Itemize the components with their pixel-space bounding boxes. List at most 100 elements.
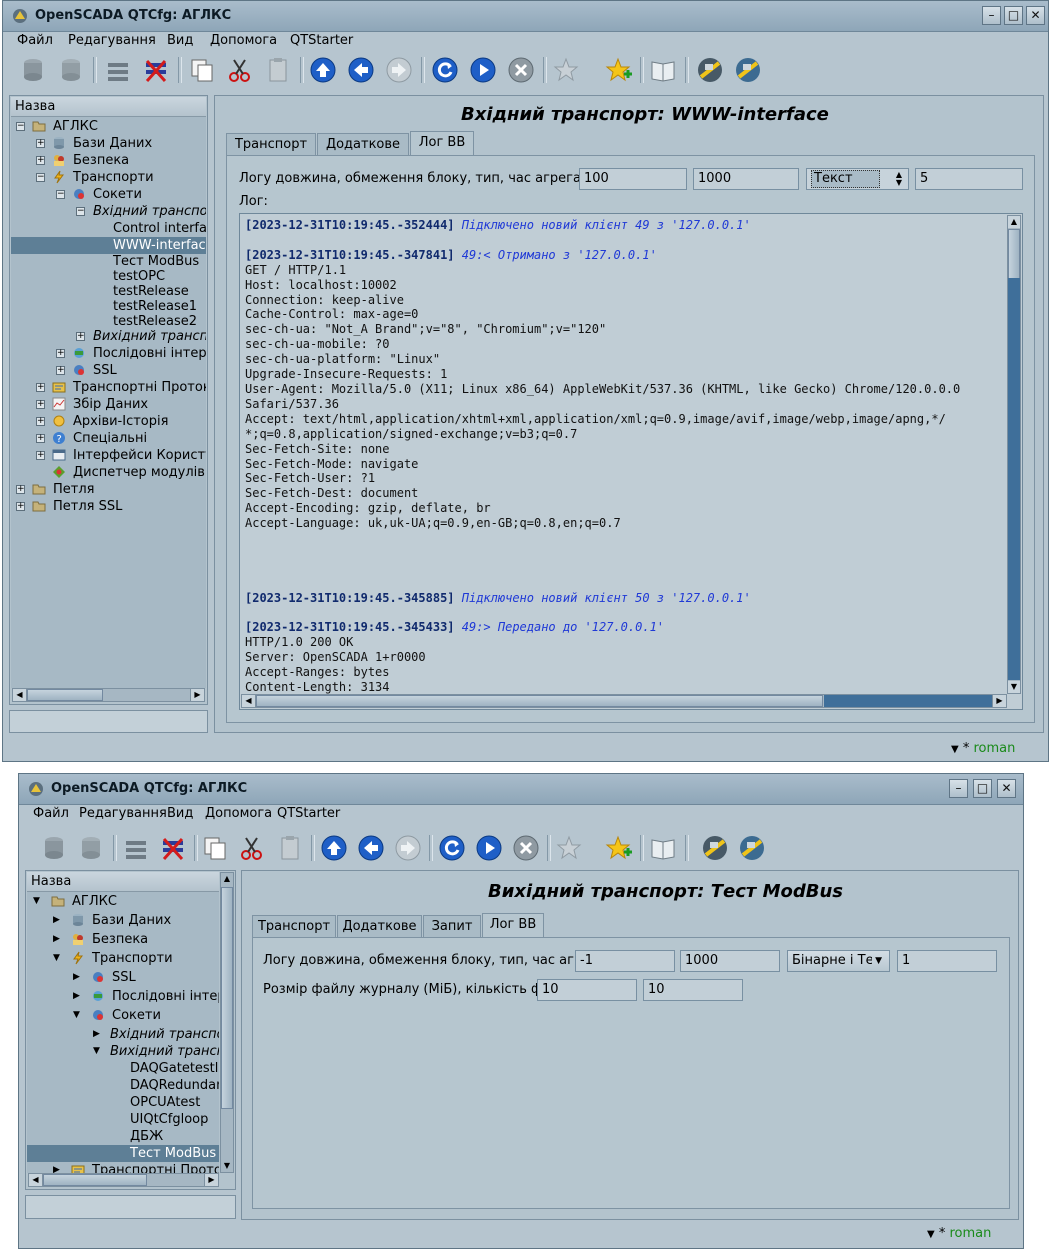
delete-item-icon[interactable] bbox=[158, 833, 188, 863]
menu-file[interactable]: Файл bbox=[17, 33, 53, 48]
log-length-field[interactable]: 100 bbox=[579, 168, 687, 190]
tree-item-loop[interactable]: Петля bbox=[53, 481, 94, 498]
tree-item-control-interface[interactable]: Control interface bbox=[113, 220, 206, 237]
expand-icon[interactable]: + bbox=[16, 502, 25, 511]
title-bar[interactable]: OpenSCADA QTCfg: АГЛКС – □ ✕ bbox=[19, 774, 1023, 805]
manual-icon[interactable] bbox=[648, 833, 678, 863]
expand-arrow-icon[interactable]: ▶ bbox=[53, 931, 60, 948]
collapse-arrow-icon[interactable]: ▼ bbox=[73, 1007, 80, 1024]
qtcfg-icon[interactable] bbox=[695, 55, 725, 85]
tab-request[interactable]: Запит bbox=[423, 915, 481, 937]
expand-icon[interactable]: + bbox=[36, 139, 45, 148]
back-icon[interactable] bbox=[356, 833, 386, 863]
stop-icon[interactable] bbox=[511, 833, 541, 863]
scrollbar-thumb[interactable] bbox=[27, 689, 103, 701]
log-type-select[interactable]: Бінарне і Текст ▼ bbox=[787, 950, 890, 972]
scrollbar-thumb[interactable] bbox=[221, 887, 233, 1109]
tree-item-daqredundantloop[interactable]: DAQRedundantloop bbox=[130, 1077, 219, 1094]
scrollbar-thumb[interactable] bbox=[1008, 229, 1020, 279]
tree-item-aglks[interactable]: АГЛКС bbox=[72, 893, 117, 910]
menu-file[interactable]: Файл bbox=[33, 806, 69, 821]
maximize-button[interactable]: □ bbox=[973, 779, 992, 798]
tab-additional[interactable]: Додаткове bbox=[317, 133, 409, 155]
expand-icon[interactable]: + bbox=[36, 156, 45, 165]
expand-icon[interactable]: + bbox=[36, 400, 45, 409]
file-size-field[interactable]: 10 bbox=[537, 979, 637, 1001]
file-count-field[interactable]: 10 bbox=[643, 979, 743, 1001]
tree-item-output-transport[interactable]: Вихідний транспорт bbox=[110, 1043, 219, 1060]
menu-edit[interactable]: Редагування bbox=[79, 806, 167, 821]
cut-icon[interactable] bbox=[237, 833, 267, 863]
tree-item-databases[interactable]: Бази Даних bbox=[92, 912, 171, 929]
tree-vertical-scrollbar[interactable]: ▲ ▼ bbox=[220, 872, 234, 1173]
tree-item-opcuatest[interactable]: OPCUAtest bbox=[130, 1094, 200, 1111]
tree-item-archives[interactable]: Архіви-Історія bbox=[73, 413, 168, 430]
expand-arrow-icon[interactable]: ▼ bbox=[33, 893, 40, 910]
expand-arrow-icon[interactable]: ▶ bbox=[53, 912, 60, 929]
tree-item-protocols[interactable]: Транспортні Протоколи bbox=[92, 1162, 219, 1173]
tree-item-special[interactable]: Спеціальні bbox=[73, 430, 147, 447]
tree-header[interactable]: Назва bbox=[11, 97, 206, 117]
tree-item-ssl[interactable]: SSL bbox=[93, 362, 117, 379]
tree-item-module-manager[interactable]: Диспетчер модулів bbox=[73, 464, 205, 481]
collapse-icon[interactable]: − bbox=[56, 190, 65, 199]
tab-io-log[interactable]: Лог ВВ bbox=[410, 131, 474, 155]
minimize-button[interactable]: – bbox=[982, 6, 1001, 25]
collapse-icon[interactable]: − bbox=[16, 122, 25, 131]
status-user[interactable]: ▼ * roman bbox=[927, 1226, 991, 1241]
tree-item-www-interface[interactable]: WWW-interface bbox=[11, 237, 206, 254]
tree-horizontal-scrollbar[interactable]: ◀ ▶ bbox=[12, 688, 205, 702]
db-load-icon[interactable] bbox=[39, 833, 69, 863]
tab-io-log[interactable]: Лог ВВ bbox=[482, 913, 544, 937]
log-length-field[interactable]: -1 bbox=[575, 950, 675, 972]
expand-arrow-icon[interactable]: ▶ bbox=[73, 988, 80, 1005]
expand-icon[interactable]: + bbox=[36, 383, 45, 392]
block-limit-field[interactable]: 1000 bbox=[693, 168, 799, 190]
delete-item-icon[interactable] bbox=[141, 55, 171, 85]
tree-item-databases[interactable]: Бази Даних bbox=[73, 135, 152, 152]
tree-item-ssl[interactable]: SSL bbox=[112, 969, 136, 986]
expand-icon[interactable]: + bbox=[56, 349, 65, 358]
tree-item-serial[interactable]: Послідовні інтерфейси bbox=[112, 988, 219, 1005]
expand-icon[interactable]: + bbox=[36, 417, 45, 426]
title-bar[interactable]: OpenSCADA QTCfg: АГЛКС – □ ✕ bbox=[3, 1, 1048, 32]
expand-icon[interactable]: + bbox=[76, 332, 85, 341]
start-icon[interactable] bbox=[468, 55, 498, 85]
aggregation-time-field[interactable]: 1 bbox=[897, 950, 997, 972]
tab-transport[interactable]: Транспорт bbox=[252, 915, 336, 937]
vision-icon[interactable] bbox=[737, 833, 767, 863]
log-type-select[interactable]: Текст ▲ ▼ bbox=[806, 168, 909, 190]
copy-icon[interactable] bbox=[187, 55, 217, 85]
copy-icon[interactable] bbox=[200, 833, 230, 863]
tree-item-aglks[interactable]: АГЛКС bbox=[53, 118, 98, 135]
menu-qtstarter[interactable]: QTStarter bbox=[290, 33, 353, 48]
tree-item-sockets[interactable]: Сокети bbox=[93, 186, 142, 203]
tree-horizontal-scrollbar[interactable]: ◀ ▶ bbox=[28, 1173, 219, 1187]
tree-item-input-transport[interactable]: Вхідний транспорт bbox=[93, 203, 206, 220]
up-icon[interactable] bbox=[319, 833, 349, 863]
scroll-down-icon[interactable]: ▼ bbox=[1008, 681, 1020, 693]
bookmarks-icon[interactable] bbox=[554, 833, 584, 863]
close-button[interactable]: ✕ bbox=[997, 779, 1016, 798]
collapse-arrow-icon[interactable]: ▼ bbox=[53, 950, 60, 967]
tree-item-security[interactable]: Безпека bbox=[92, 931, 148, 948]
db-save-icon[interactable] bbox=[76, 833, 106, 863]
tree-item-uiqtcfgloop[interactable]: UIQtCfgloop bbox=[130, 1111, 208, 1128]
add-item-icon[interactable] bbox=[121, 833, 151, 863]
block-limit-field[interactable]: 1000 bbox=[680, 950, 780, 972]
tree-header[interactable]: Назва bbox=[27, 872, 219, 892]
expand-arrow-icon[interactable]: ▶ bbox=[53, 1162, 60, 1173]
scroll-left-icon[interactable]: ◀ bbox=[13, 689, 27, 701]
collapse-icon[interactable]: − bbox=[36, 173, 45, 182]
scroll-right-icon[interactable]: ▶ bbox=[190, 689, 204, 701]
tree-item-output-transport[interactable]: Вихідний транспорт bbox=[93, 328, 206, 345]
menu-help[interactable]: Допомога bbox=[205, 806, 272, 821]
scroll-left-icon[interactable]: ◀ bbox=[29, 1174, 43, 1186]
tree-item-dbzh[interactable]: ДБЖ bbox=[130, 1128, 163, 1145]
menu-view[interactable]: Вид bbox=[167, 33, 193, 48]
db-load-icon[interactable] bbox=[18, 55, 48, 85]
add-item-icon[interactable] bbox=[103, 55, 133, 85]
forward-icon[interactable] bbox=[393, 833, 423, 863]
expand-icon[interactable]: + bbox=[36, 434, 45, 443]
tree-item-daqgatetestloop[interactable]: DAQGatetestloop bbox=[130, 1060, 219, 1077]
